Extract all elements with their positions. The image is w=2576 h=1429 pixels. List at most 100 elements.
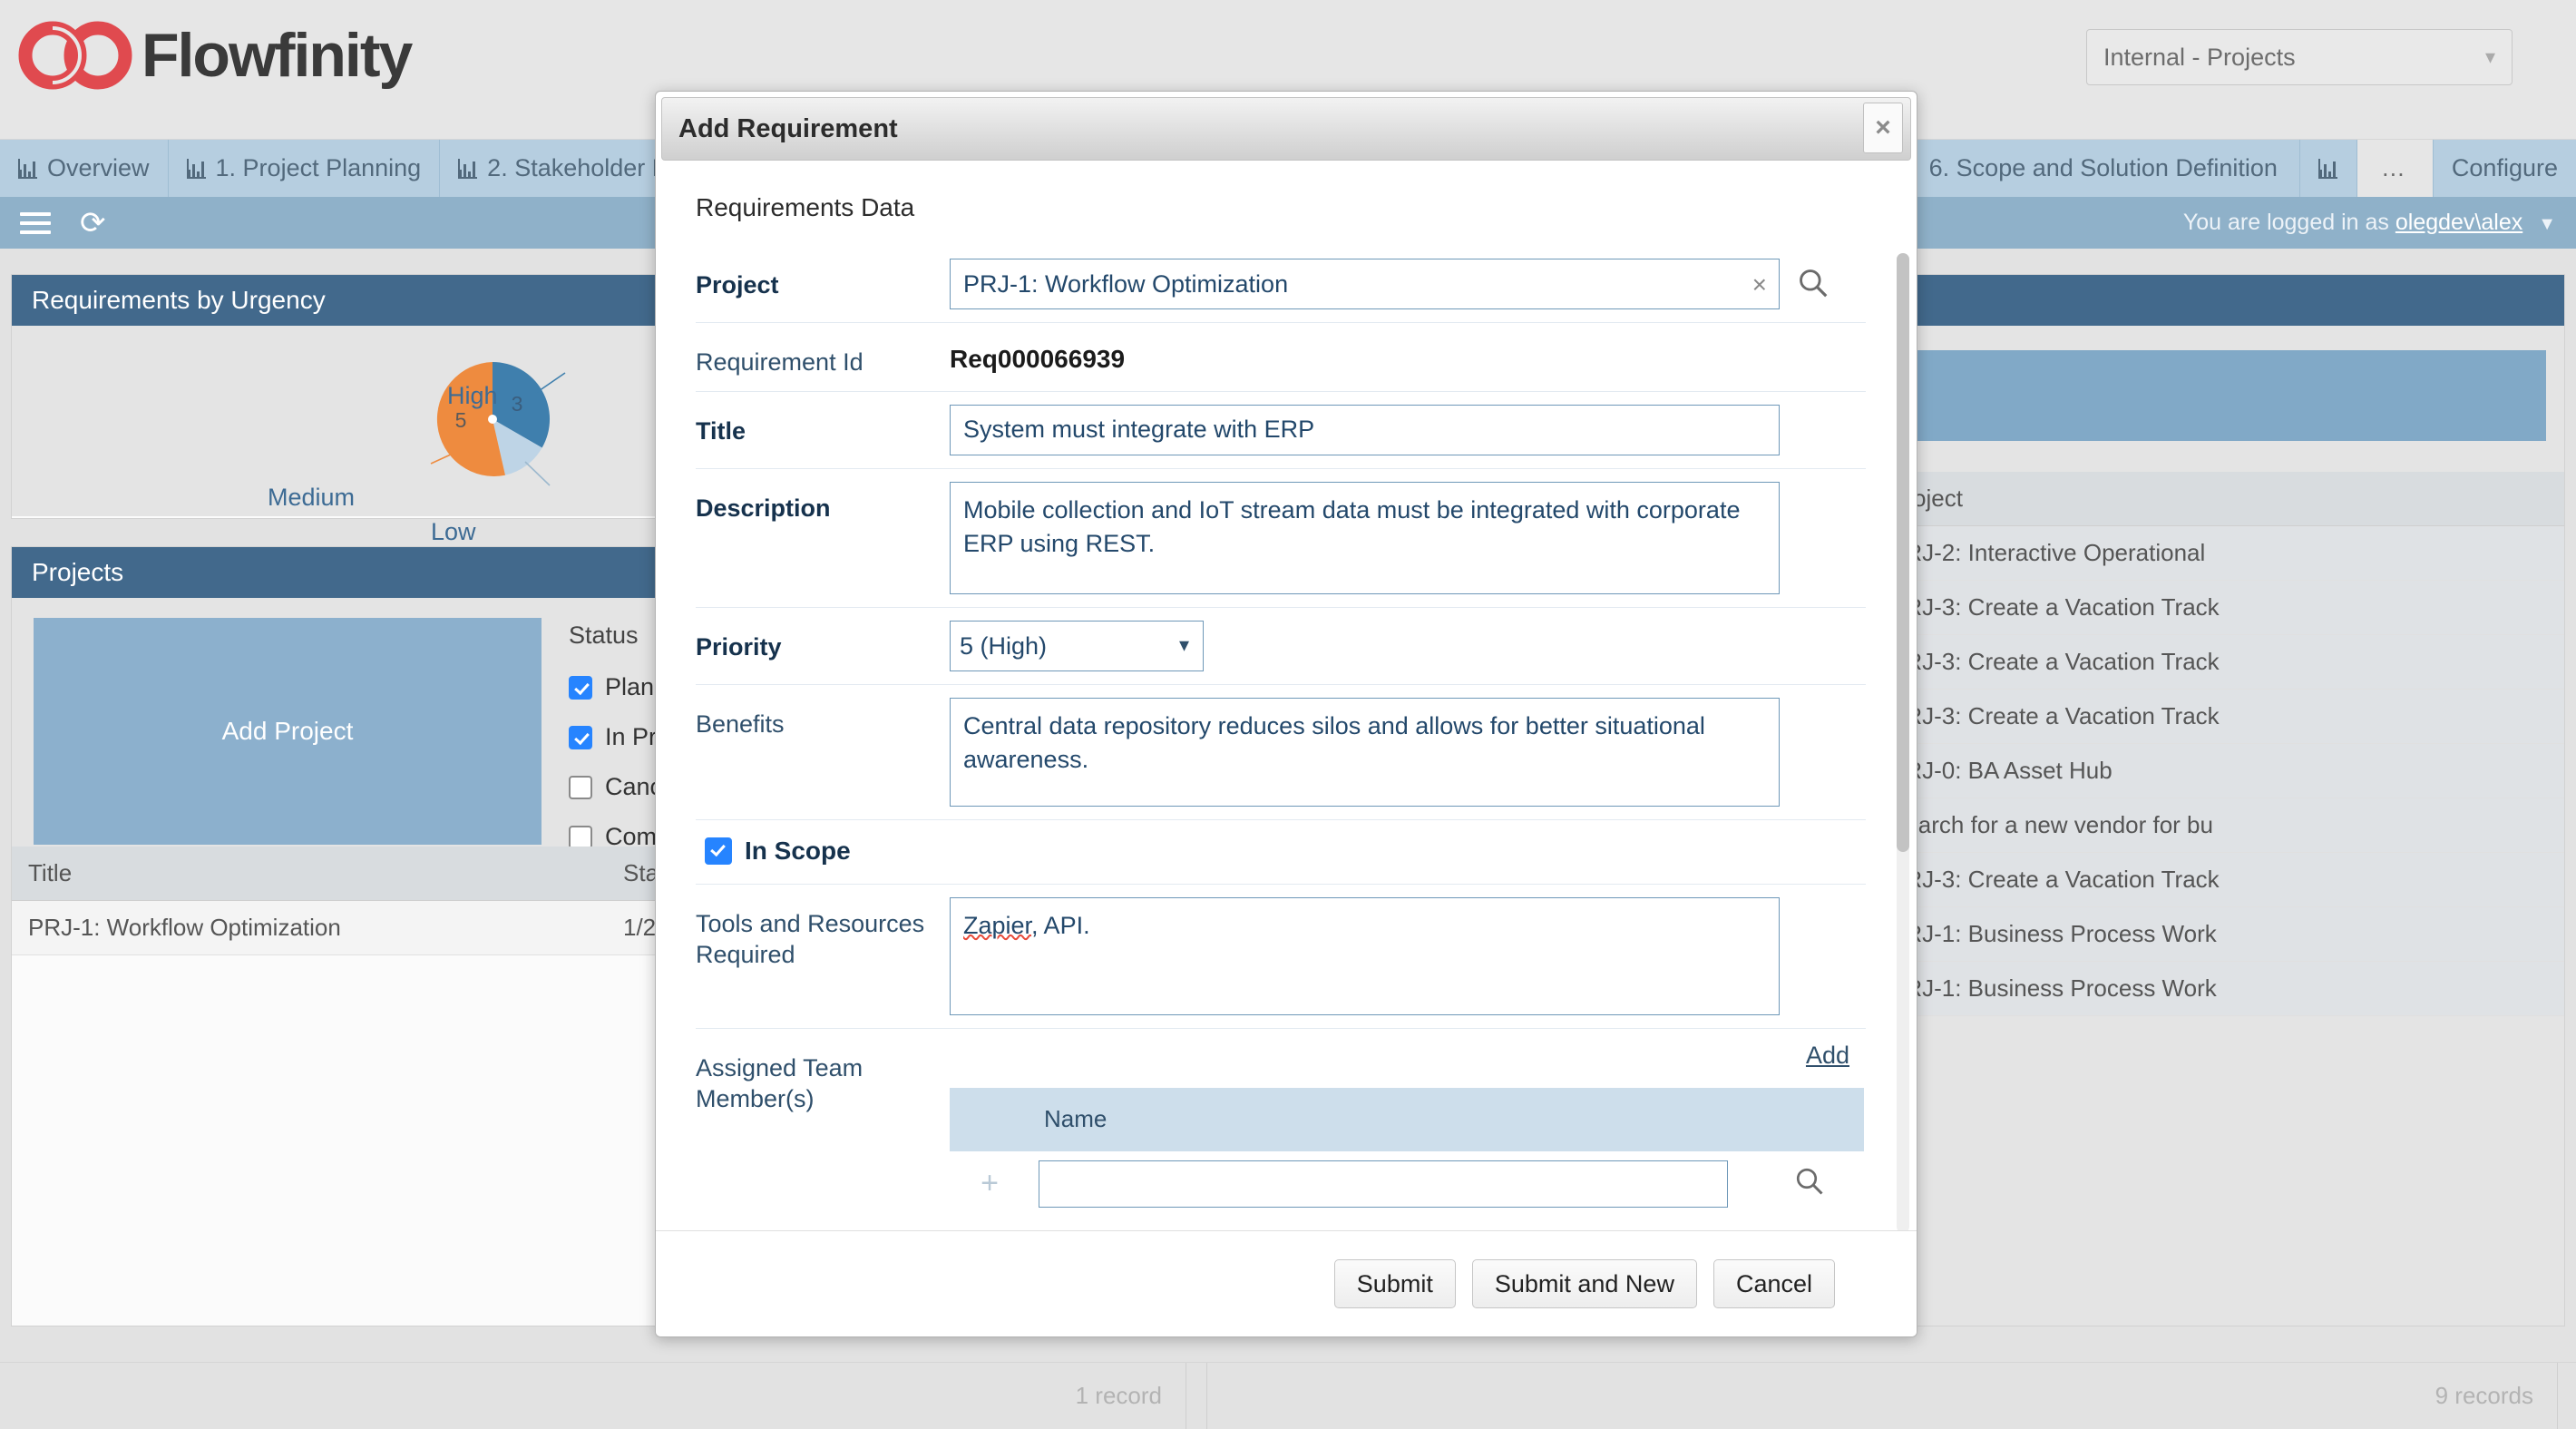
priority-select[interactable]: 5 (High) [950,621,1204,671]
field-label: Benefits [696,698,950,740]
misspelled-word: Zapier [963,912,1031,939]
panel-title: Requirements by Urgency [32,286,326,315]
submit-button[interactable]: Submit [1334,1259,1456,1308]
add-team-member-link[interactable]: Add [1806,1042,1849,1070]
cell-name [1029,1151,1784,1217]
app-selector[interactable]: Internal - Projects ▾ [2086,29,2513,85]
checkbox-icon[interactable] [569,776,592,799]
field-priority: Priority 5 (High) ▾ [696,608,1866,685]
search-icon[interactable] [1796,266,1830,300]
chart-icon [18,159,38,179]
logo-mark-icon [18,20,136,91]
cell-project: PRJ-3: Create a Vacation Track [1873,853,2564,907]
field-project: Project × [696,246,1866,323]
right-record-count: 9 records [1206,1363,2558,1429]
tab-configure[interactable]: Configure [2434,140,2576,197]
table-header-row: Name [950,1088,1864,1151]
project-input[interactable] [950,259,1780,309]
cell-project: Search for a new vendor for bu [1873,798,2564,853]
refresh-icon[interactable]: ⟳ [80,208,106,239]
dialog-footer: Submit Submit and New Cancel [656,1230,1917,1336]
close-icon[interactable]: × [1863,103,1903,153]
cancel-button[interactable]: Cancel [1713,1259,1835,1308]
chart-icon [2318,159,2338,179]
dialog-scrollbar[interactable] [1897,253,1909,1230]
in-scope-label: In Scope [745,837,851,866]
submit-and-new-button[interactable]: Submit and New [1472,1259,1697,1308]
app-selector-value: Internal - Projects [2103,44,2296,72]
svg-text:5: 5 [455,408,467,432]
cell-search [1784,1151,1864,1217]
field-description: Description Mobile collection and IoT st… [696,469,1866,608]
field-label: Requirement Id [696,336,950,378]
tab-project-planning[interactable]: 1. Project Planning [169,140,441,197]
checkbox-icon[interactable] [569,826,592,849]
tab-overview[interactable]: Overview [0,140,169,197]
dialog-title: Add Requirement [678,114,898,144]
column-header-actions [950,1088,1029,1151]
column-header-search [1784,1088,1864,1151]
left-record-count: 1 record [0,1363,1186,1429]
cell-project: PRJ-3: Create a Vacation Track [1873,581,2564,635]
priority-select-wrapper: 5 (High) ▾ [950,621,1204,671]
chart-icon [458,159,478,179]
more-icon: … [2381,154,2409,182]
pie-label-high: High [447,382,498,410]
hamburger-icon[interactable] [20,211,51,235]
dialog-header: Add Requirement × [661,97,1911,161]
dialog-subtitle: Requirements Data [656,161,1917,222]
tools-textarea[interactable]: Zapier, API. [950,897,1780,1015]
plus-icon: + [981,1166,999,1200]
search-icon[interactable] [1793,1165,1826,1198]
cell-project: PRJ-2: Interactive Operational [1873,526,2564,581]
field-label: Assigned Team Member(s) [696,1042,950,1115]
field-tools-and-resources: Tools and Resources Required Zapier, API… [696,885,1866,1029]
tab-chart-icon-only[interactable] [2300,140,2357,197]
logged-in-prefix: You are logged in as [2183,210,2389,235]
brand-wordmark: Flowfinity [141,24,411,86]
tab-label: Overview [47,154,150,182]
add-row-button[interactable]: + [950,1151,1029,1217]
svg-text:3: 3 [512,392,523,416]
field-benefits: Benefits Central data repository reduces… [696,685,1866,820]
benefits-textarea[interactable]: Central data repository reduces silos an… [950,698,1780,807]
chevron-down-icon: ▾ [2485,45,2495,69]
field-label: Description [696,482,950,524]
user-menu-link[interactable]: olegdev\alex [2395,210,2522,235]
cell-project: PRJ-0: BA Asset Hub [1873,744,2564,798]
column-header-title[interactable]: Title [12,847,607,901]
description-textarea[interactable]: Mobile collection and IoT stream data mu… [950,482,1780,594]
panel-title: Projects [32,558,123,587]
chevron-down-icon[interactable]: ▼ [2538,214,2556,234]
checkbox-icon[interactable] [569,676,592,700]
title-input[interactable] [950,405,1780,455]
column-header-name: Name [1029,1088,1784,1151]
cell-project: PRJ-3: Create a Vacation Track [1873,635,2564,690]
field-label: Priority [696,621,950,663]
clear-icon[interactable]: × [1752,270,1767,299]
checkbox-icon[interactable] [705,837,732,865]
pie-label-low: Low [431,518,476,546]
tab-overflow-menu[interactable]: … [2357,140,2434,197]
checkbox-icon[interactable] [569,726,592,749]
logged-in-status: You are logged in as olegdev\alex ▼ [2183,210,2556,236]
field-in-scope[interactable]: In Scope [696,820,1866,885]
column-header-project[interactable]: Project [1873,472,2564,526]
tools-text-rest: , API. [1031,912,1090,939]
project-input-wrapper: × [950,259,1780,309]
cell-project: PRJ-1: Business Process Work [1873,907,2564,962]
chart-icon [187,159,207,179]
field-label: Tools and Resources Required [696,897,950,971]
team-member-input[interactable] [1039,1160,1728,1208]
field-label: Project [696,259,950,301]
field-label: Title [696,405,950,447]
scrollbar-thumb[interactable] [1897,253,1909,852]
status-bar: 1 record 9 records [0,1362,2576,1429]
cell-project: PRJ-3: Create a Vacation Track [1873,690,2564,744]
requirement-id-value: Req000066939 [950,336,1125,374]
field-assigned-team-members: Assigned Team Member(s) Add Name [696,1029,1866,1229]
dialog-scroll-area: Project × Requirement Id [656,246,1917,1230]
add-project-button[interactable]: Add Project [34,618,542,845]
field-requirement-id: Requirement Id Req000066939 [696,323,1866,392]
tab-label: 1. Project Planning [216,154,422,182]
